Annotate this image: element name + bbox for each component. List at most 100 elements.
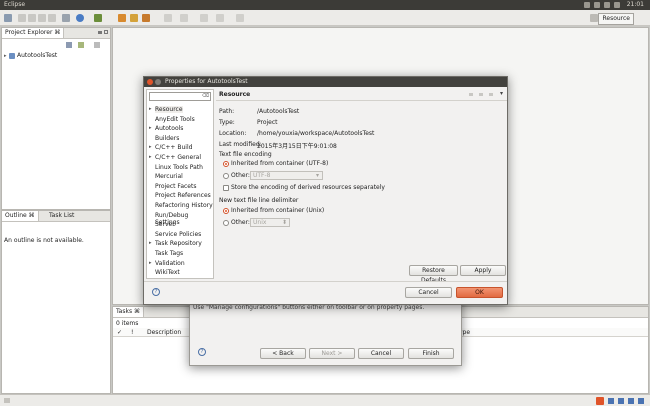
last-edit-icon[interactable] (236, 14, 244, 22)
nav-item[interactable]: Service Policies (155, 231, 201, 238)
dropdown-icon[interactable] (479, 93, 483, 96)
tasks-count: 0 items (116, 320, 139, 327)
maximize-icon[interactable] (104, 30, 108, 34)
cancel-button[interactable]: Cancel (358, 348, 404, 359)
tray-icon[interactable] (608, 398, 614, 404)
list-item[interactable]: ▸ AutotoolsTest (4, 52, 104, 61)
clear-filter-icon[interactable]: ⌫ (202, 93, 209, 99)
outline-view: Outline ⌘ Task List An outline is not av… (1, 210, 111, 394)
column-done[interactable]: ✓ (117, 329, 122, 336)
chevron-down-icon: ▾ (315, 172, 319, 179)
nav-item[interactable]: Project Facets (155, 183, 196, 190)
window-title: Eclipse (4, 1, 26, 8)
tab-outline[interactable]: Outline ⌘ (2, 211, 39, 221)
save-icon[interactable] (18, 14, 26, 22)
close-icon[interactable] (147, 79, 153, 85)
web-icon[interactable] (76, 14, 84, 22)
chevron-right-icon[interactable]: ▸ (149, 154, 152, 160)
nav-item[interactable]: ▸ Task Repository (149, 240, 202, 247)
perspective-resource-button[interactable]: Resource (598, 13, 634, 25)
keyboard-icon[interactable] (584, 2, 590, 8)
nav-item[interactable]: Task Tags (155, 250, 183, 257)
apply-button[interactable]: Apply (460, 265, 506, 276)
view-menu-icon[interactable]: ▾ (500, 90, 503, 97)
nav-item[interactable]: ▸ C/C++ General (149, 154, 201, 161)
back-icon[interactable] (200, 14, 208, 22)
chevron-right-icon[interactable]: ▸ (149, 240, 152, 246)
nav-item[interactable]: AnyEdit Tools (155, 116, 195, 123)
help-icon[interactable]: ? (198, 348, 206, 356)
link-editor-icon[interactable] (78, 42, 84, 48)
nav-item[interactable]: ▸ C/C++ Build (149, 144, 192, 151)
tab-task-list[interactable]: Task List (46, 211, 77, 221)
nav-item[interactable]: Mercurial (155, 173, 183, 180)
restore-defaults-button[interactable]: Restore Defaults (409, 265, 458, 284)
chevron-right-icon[interactable]: ▸ (149, 144, 152, 150)
print-icon[interactable] (48, 14, 56, 22)
nav-item-label: Task Tags (155, 250, 184, 257)
minimize-icon[interactable] (98, 31, 102, 34)
collapse-all-icon[interactable] (66, 42, 72, 48)
back-button[interactable]: < Back (260, 348, 306, 359)
battery-icon[interactable] (604, 2, 610, 8)
tray-icon[interactable] (638, 398, 644, 404)
other-delimiter-radio[interactable] (223, 220, 229, 226)
input-method-icon[interactable] (596, 397, 604, 405)
help-icon[interactable]: ? (152, 288, 160, 296)
cancel-button[interactable]: Cancel (405, 287, 452, 298)
debug-icon[interactable] (94, 14, 102, 22)
tray-icon[interactable] (618, 398, 624, 404)
encoding-select[interactable]: UTF-8 ▾ (250, 171, 323, 180)
nav-item[interactable]: Project References (155, 192, 211, 199)
delimiter-select[interactable]: Unix ⬍ (250, 218, 290, 227)
clock[interactable]: 21:01 (627, 1, 644, 8)
prev-annotation-icon[interactable] (164, 14, 172, 22)
fast-view-icon[interactable] (4, 398, 10, 403)
nav-item[interactable]: Linux Tools Path (155, 164, 203, 171)
tab-project-explorer[interactable]: Project Explorer ⌘ (2, 28, 65, 38)
open-type-icon[interactable] (130, 14, 138, 22)
type-value: Project (257, 119, 278, 126)
nav-item[interactable]: ▸ Validation (149, 260, 185, 267)
nav-item[interactable]: ▸ Resource (149, 106, 183, 113)
nav-item[interactable]: Refactoring History (155, 202, 213, 209)
finish-button[interactable]: Finish (408, 348, 454, 359)
divider (216, 100, 507, 101)
nav-item[interactable]: Builders (155, 135, 179, 142)
tray-icon[interactable] (628, 398, 634, 404)
next-button[interactable]: Next > (309, 348, 355, 359)
view-menu-icon[interactable] (94, 42, 100, 48)
forward-nav-icon[interactable] (489, 93, 493, 96)
ok-button[interactable]: OK (456, 287, 503, 298)
inherited-delimiter-radio[interactable] (223, 208, 229, 214)
volume-icon[interactable] (614, 2, 620, 8)
chevron-right-icon[interactable]: ▸ (149, 125, 152, 131)
column-priority[interactable]: ! (131, 329, 133, 336)
forward-icon[interactable] (216, 14, 224, 22)
open-perspective-icon[interactable] (590, 14, 598, 22)
search-icon[interactable] (118, 14, 126, 22)
new-icon[interactable] (4, 14, 12, 22)
run-icon[interactable] (142, 14, 150, 22)
network-icon[interactable] (594, 2, 600, 8)
save-all-icon[interactable] (28, 14, 36, 22)
dialog-titlebar[interactable]: Properties for AutotoolsTest (144, 77, 507, 87)
chevron-right-icon[interactable]: ▸ (149, 260, 152, 266)
back-nav-icon[interactable] (469, 93, 473, 96)
other-encoding-radio[interactable] (223, 173, 229, 179)
terminal-icon[interactable] (62, 14, 70, 22)
inherited-encoding-radio[interactable] (223, 161, 229, 167)
column-description[interactable]: Description (147, 329, 181, 336)
minimize-window-icon[interactable] (155, 79, 161, 85)
nav-item[interactable]: ▸ Autotools (149, 125, 183, 132)
nav-item[interactable]: WikiText (155, 269, 180, 276)
tab-tasks[interactable]: Tasks ⌘ (113, 307, 144, 317)
next-annotation-icon[interactable] (180, 14, 188, 22)
chevron-right-icon[interactable]: ▸ (149, 106, 152, 112)
properties-icon[interactable] (38, 14, 46, 22)
nav-item[interactable]: Server (155, 221, 175, 228)
filter-input[interactable]: ⌫ (149, 92, 211, 101)
chevron-right-icon[interactable]: ▸ (4, 53, 7, 59)
store-encoding-checkbox[interactable] (223, 185, 229, 191)
nav-item-label: Resource (155, 106, 183, 113)
